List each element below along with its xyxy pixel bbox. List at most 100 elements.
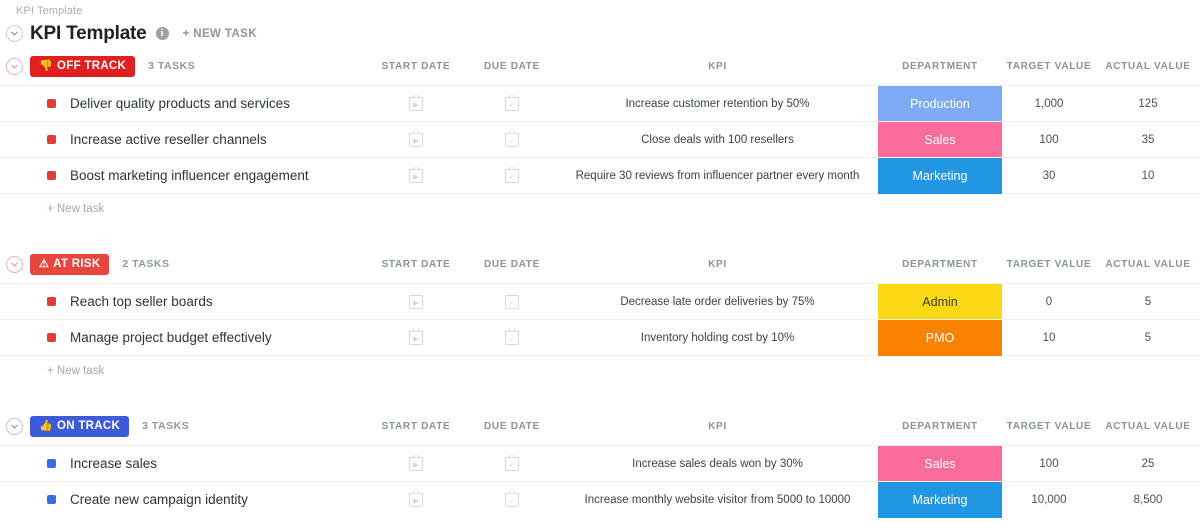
start-date-calendar-icon[interactable]: ▶: [409, 97, 423, 111]
group-collapse-chevron-icon[interactable]: [6, 256, 23, 273]
due-date-cell[interactable]: ✓: [466, 158, 558, 194]
task-name[interactable]: Manage project budget effectively: [70, 330, 272, 345]
due-date-cell[interactable]: ✓: [466, 446, 558, 482]
department-cell[interactable]: Sales: [878, 446, 1002, 482]
column-header-kpi[interactable]: KPI: [570, 407, 865, 445]
table-row[interactable]: Increase active reseller channels ▶ ✓ Close…: [0, 121, 1200, 157]
column-header-department[interactable]: DEPARTMENT: [878, 245, 1002, 283]
start-date-calendar-icon[interactable]: ▶: [409, 493, 423, 507]
department-cell[interactable]: Marketing: [878, 158, 1002, 194]
kpi-cell[interactable]: Increase customer retention by 50%: [570, 86, 865, 122]
start-date-cell[interactable]: ▶: [370, 446, 462, 482]
collapse-chevron-icon[interactable]: [6, 25, 23, 42]
group-collapse-chevron-icon[interactable]: [6, 418, 23, 435]
due-date-cell[interactable]: ✓: [466, 122, 558, 158]
kpi-cell[interactable]: Require 30 reviews from influencer partn…: [570, 158, 865, 194]
due-date-calendar-icon[interactable]: ✓: [505, 295, 519, 309]
task-name[interactable]: Reach top seller boards: [70, 294, 213, 309]
status-badge[interactable]: 👎OFF TRACK: [30, 56, 135, 77]
due-date-calendar-icon[interactable]: ✓: [505, 457, 519, 471]
column-header-start-date[interactable]: START DATE: [370, 245, 462, 283]
start-date-cell[interactable]: ▶: [370, 284, 462, 320]
column-header-target-value[interactable]: TARGET VALUE: [1004, 245, 1094, 283]
department-cell[interactable]: Production: [878, 86, 1002, 122]
column-header-actual-value[interactable]: ACTUAL VALUE: [1096, 407, 1200, 445]
table-row[interactable]: Increase sales ▶ ✓ Increase sales deals won…: [0, 445, 1200, 481]
start-date-calendar-icon[interactable]: ▶: [409, 331, 423, 345]
start-date-calendar-icon[interactable]: ▶: [409, 169, 423, 183]
start-date-calendar-icon[interactable]: ▶: [409, 457, 423, 471]
start-date-cell[interactable]: ▶: [370, 86, 462, 122]
actual-value-cell[interactable]: 25: [1096, 446, 1200, 482]
actual-value-cell[interactable]: 125: [1096, 86, 1200, 122]
column-header-due-date[interactable]: DUE DATE: [466, 47, 558, 85]
department-cell[interactable]: PMO: [878, 320, 1002, 356]
table-row[interactable]: Deliver quality products and services ▶ ✓ I…: [0, 85, 1200, 121]
task-name[interactable]: Increase sales: [70, 456, 157, 471]
actual-value-cell[interactable]: 8,500: [1096, 482, 1200, 518]
due-date-calendar-icon[interactable]: ✓: [505, 493, 519, 507]
column-header-actual-value[interactable]: ACTUAL VALUE: [1096, 245, 1200, 283]
kpi-cell[interactable]: Close deals with 100 resellers: [570, 122, 865, 158]
task-name[interactable]: Deliver quality products and services: [70, 96, 290, 111]
actual-value-cell[interactable]: 5: [1096, 320, 1200, 356]
actual-value-cell[interactable]: 35: [1096, 122, 1200, 158]
new-task-top-button[interactable]: + NEW TASK: [183, 28, 257, 40]
start-date-cell[interactable]: ▶: [370, 158, 462, 194]
start-date-cell[interactable]: ▶: [370, 122, 462, 158]
column-header-actual-value[interactable]: ACTUAL VALUE: [1096, 47, 1200, 85]
column-header-department[interactable]: DEPARTMENT: [878, 47, 1002, 85]
new-task-row-button[interactable]: + New task: [0, 355, 1200, 385]
kpi-cell[interactable]: Increase sales deals won by 30%: [570, 446, 865, 482]
info-icon[interactable]: i: [156, 27, 169, 40]
target-value-cell[interactable]: 1,000: [1004, 86, 1094, 122]
status-badge[interactable]: 👍ON TRACK: [30, 416, 129, 437]
target-value-cell[interactable]: 0: [1004, 284, 1094, 320]
table-row[interactable]: Manage project budget effectively ▶ ✓ Inven…: [0, 319, 1200, 355]
column-header-due-date[interactable]: DUE DATE: [466, 245, 558, 283]
start-date-cell[interactable]: ▶: [370, 482, 462, 518]
target-value-cell[interactable]: 30: [1004, 158, 1094, 194]
due-date-cell[interactable]: ✓: [466, 284, 558, 320]
department-cell[interactable]: Marketing: [878, 482, 1002, 518]
due-date-calendar-icon[interactable]: ✓: [505, 331, 519, 345]
column-header-kpi[interactable]: KPI: [570, 47, 865, 85]
department-cell[interactable]: Sales: [878, 122, 1002, 158]
actual-value-cell[interactable]: 5: [1096, 284, 1200, 320]
actual-value-cell[interactable]: 10: [1096, 158, 1200, 194]
due-date-cell[interactable]: ✓: [466, 320, 558, 356]
target-value-cell[interactable]: 100: [1004, 446, 1094, 482]
target-value-cell[interactable]: 10: [1004, 320, 1094, 356]
start-date-cell[interactable]: ▶: [370, 320, 462, 356]
target-value-cell[interactable]: 100: [1004, 122, 1094, 158]
target-value-cell[interactable]: 10,000: [1004, 482, 1094, 518]
task-name[interactable]: Increase active reseller channels: [70, 132, 267, 147]
task-name[interactable]: Boost marketing influencer engagement: [70, 168, 309, 183]
column-header-target-value[interactable]: TARGET VALUE: [1004, 47, 1094, 85]
start-date-calendar-icon[interactable]: ▶: [409, 295, 423, 309]
status-badge[interactable]: ⚠AT RISK: [30, 254, 109, 275]
column-header-start-date[interactable]: START DATE: [370, 47, 462, 85]
table-row[interactable]: Reach top seller boards ▶ ✓ Decrease late o…: [0, 283, 1200, 319]
group-collapse-chevron-icon[interactable]: [6, 58, 23, 75]
column-header-due-date[interactable]: DUE DATE: [466, 407, 558, 445]
due-date-cell[interactable]: ✓: [466, 482, 558, 518]
kpi-cell[interactable]: Decrease late order deliveries by 75%: [570, 284, 865, 320]
kpi-cell[interactable]: Increase monthly website visitor from 50…: [570, 482, 865, 518]
column-header-department[interactable]: DEPARTMENT: [878, 407, 1002, 445]
due-date-calendar-icon[interactable]: ✓: [505, 133, 519, 147]
column-header-target-value[interactable]: TARGET VALUE: [1004, 407, 1094, 445]
column-header-kpi[interactable]: KPI: [570, 245, 865, 283]
start-date-calendar-icon[interactable]: ▶: [409, 133, 423, 147]
due-date-cell[interactable]: ✓: [466, 86, 558, 122]
column-header-start-date[interactable]: START DATE: [370, 407, 462, 445]
table-row[interactable]: Boost marketing influencer engagement ▶ ✓ R…: [0, 157, 1200, 193]
due-date-calendar-icon[interactable]: ✓: [505, 97, 519, 111]
department-cell[interactable]: Admin: [878, 284, 1002, 320]
kpi-cell[interactable]: Inventory holding cost by 10%: [570, 320, 865, 356]
table-row[interactable]: Create new campaign identity ▶ ✓ Increase m…: [0, 481, 1200, 517]
task-name[interactable]: Create new campaign identity: [70, 492, 248, 507]
breadcrumb[interactable]: KPI Template: [0, 0, 1200, 17]
new-task-row-button[interactable]: + New task: [0, 193, 1200, 223]
due-date-calendar-icon[interactable]: ✓: [505, 169, 519, 183]
